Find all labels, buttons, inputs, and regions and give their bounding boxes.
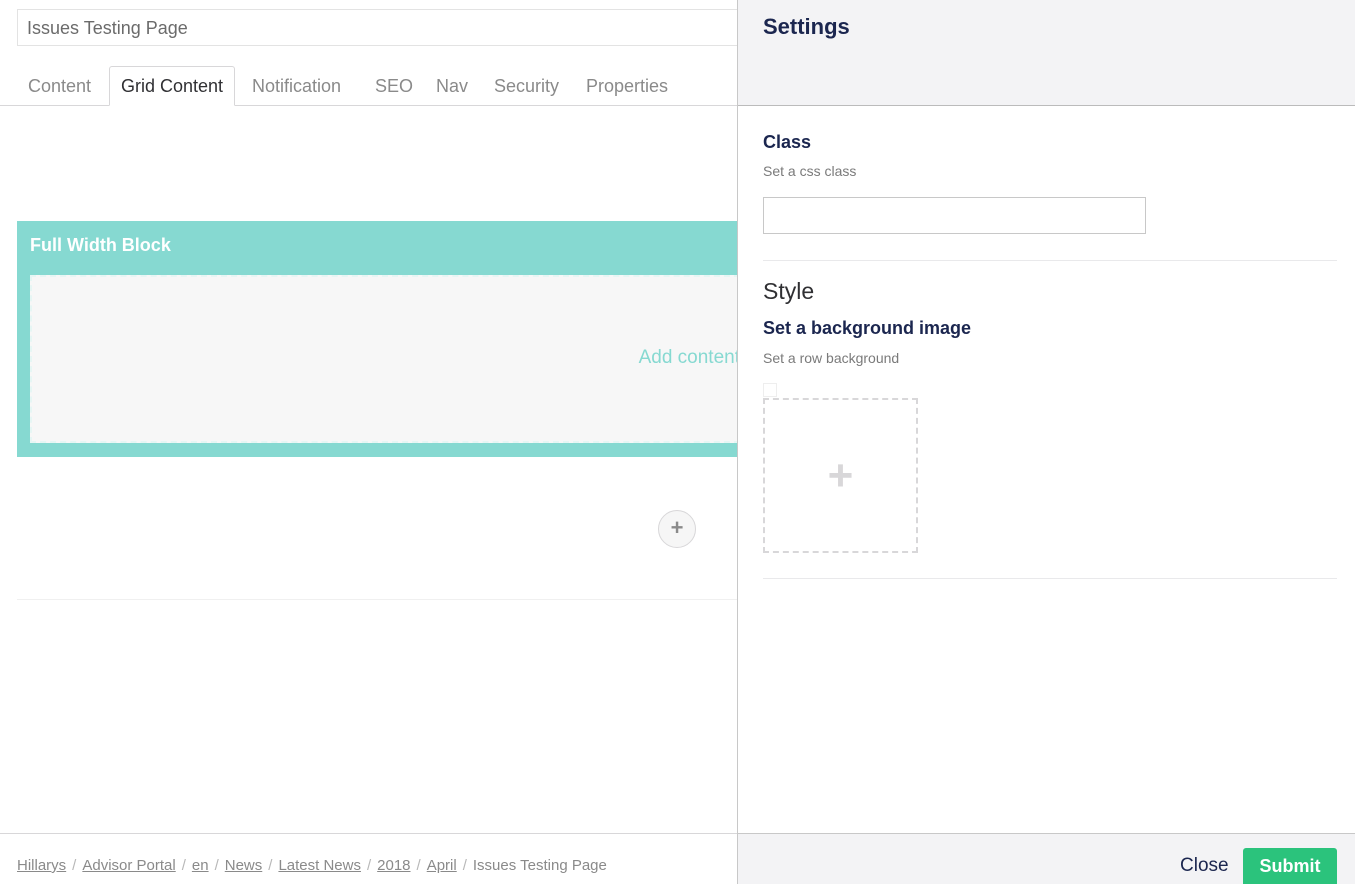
breadcrumb: Hillarys / Advisor Portal / en / News / Latest N… xyxy=(17,857,607,874)
tab-nav[interactable]: Nav xyxy=(425,66,479,106)
settings-footer: Close Submit xyxy=(738,833,1355,884)
breadcrumb-item-2018[interactable]: 2018 xyxy=(377,857,410,874)
breadcrumb-item-advisor-portal[interactable]: Advisor Portal xyxy=(82,857,175,874)
divider xyxy=(763,260,1337,261)
grid-cell-area[interactable]: Add content xyxy=(30,275,750,443)
add-row-button[interactable]: + xyxy=(658,510,696,548)
tab-seo[interactable]: SEO xyxy=(364,66,424,106)
breadcrumb-separator: / xyxy=(366,857,372,874)
breadcrumb-item-april[interactable]: April xyxy=(427,857,457,874)
background-image-label: Set a background image xyxy=(763,318,972,338)
breadcrumb-separator: / xyxy=(268,857,273,874)
breadcrumb-separator: / xyxy=(72,857,77,874)
grid-row-block[interactable]: Full Width Block Add content xyxy=(17,221,750,457)
editor-footer: Hillarys / Advisor Portal / en / News / Latest N… xyxy=(0,833,740,884)
style-heading: Style xyxy=(763,278,815,304)
background-image-picker[interactable]: + xyxy=(763,398,918,553)
block-title: Full Width Block xyxy=(30,235,171,255)
close-button[interactable]: Close xyxy=(1180,855,1229,877)
tab-properties[interactable]: Properties xyxy=(575,66,679,106)
css-class-input[interactable] xyxy=(763,197,1146,234)
tab-grid-content[interactable]: Grid Content xyxy=(109,66,236,106)
settings-title: Settings xyxy=(763,14,850,39)
breadcrumb-item-en[interactable]: en xyxy=(192,857,209,874)
breadcrumb-separator: / xyxy=(214,857,219,874)
tab-content[interactable]: Content xyxy=(17,66,102,106)
background-image-description: Set a row background xyxy=(763,350,900,366)
class-description: Set a css class xyxy=(763,163,857,179)
plus-icon: + xyxy=(670,515,684,540)
divider xyxy=(17,599,740,600)
breadcrumb-separator: / xyxy=(462,857,467,874)
tab-bar: Content Grid Content Notification SEO Na… xyxy=(0,66,740,106)
breadcrumb-current: Issues Testing Page xyxy=(472,857,607,874)
tab-notification[interactable]: Notification xyxy=(241,66,352,106)
breadcrumb-separator: / xyxy=(181,857,186,874)
plus-icon: + xyxy=(827,451,854,500)
class-label: Class xyxy=(763,132,812,152)
page-name-input[interactable]: Issues Testing Page xyxy=(17,9,757,46)
divider xyxy=(763,578,1337,579)
settings-header: Settings xyxy=(738,0,1355,106)
breadcrumb-item-latest-news[interactable]: Latest News xyxy=(278,857,361,874)
image-checkbox[interactable] xyxy=(763,383,777,397)
content-editor: Issues Testing Page Content Grid Content… xyxy=(0,0,757,884)
breadcrumb-item-hillarys[interactable]: Hillarys xyxy=(17,857,66,874)
breadcrumb-item-news[interactable]: News xyxy=(225,857,263,874)
submit-button[interactable]: Submit xyxy=(1243,848,1337,884)
add-content-link[interactable]: Add content xyxy=(639,347,740,369)
breadcrumb-separator: / xyxy=(416,857,421,874)
tab-security[interactable]: Security xyxy=(483,66,570,106)
settings-panel: Settings Class Set a css class Style Set… xyxy=(737,0,1355,884)
